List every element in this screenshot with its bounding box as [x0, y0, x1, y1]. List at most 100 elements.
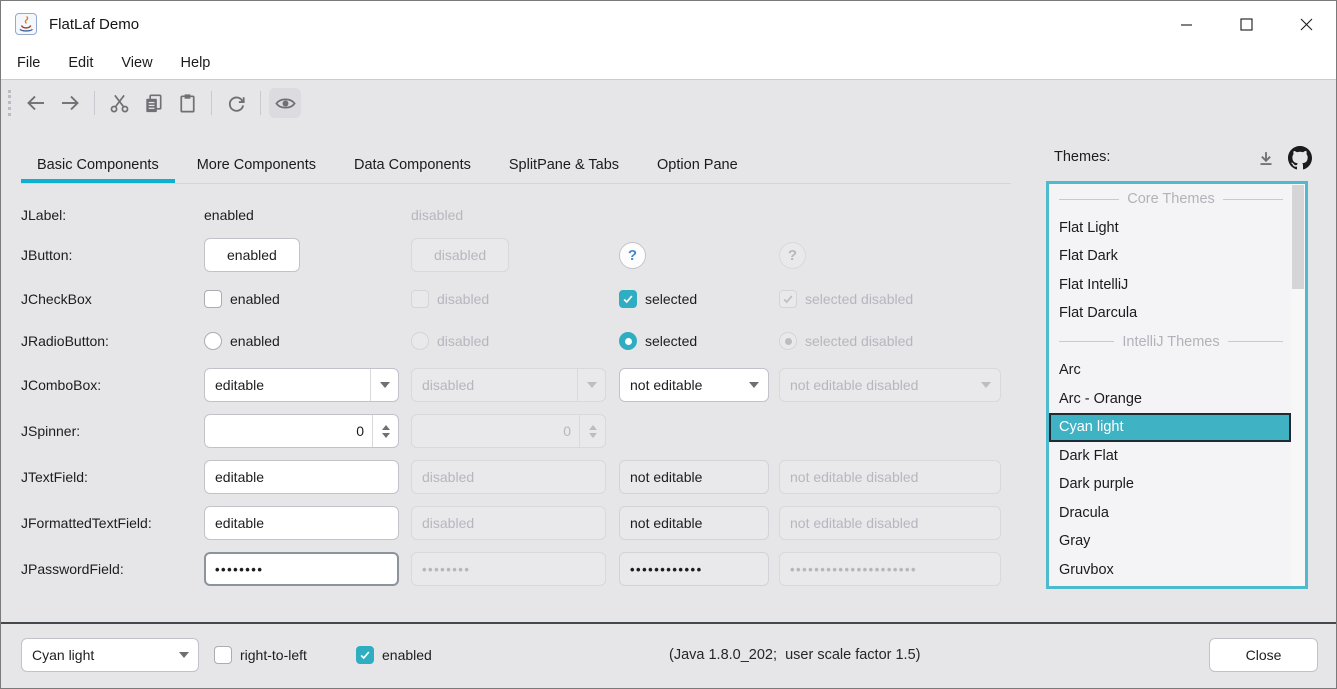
back-icon — [24, 91, 48, 115]
enabled-checkbox[interactable]: enabled — [356, 646, 432, 664]
close-icon — [1300, 18, 1313, 31]
textfield-not-editable-disabled: not editable disabled — [779, 460, 1001, 494]
jcheckbox-label: JCheckBox — [21, 291, 204, 307]
tab-option-pane[interactable]: Option Pane — [641, 147, 754, 183]
theme-item-flat-intellij[interactable]: Flat IntelliJ — [1049, 271, 1291, 300]
forward-button[interactable] — [54, 88, 86, 118]
checkbox-unchecked-icon — [204, 290, 222, 308]
theme-item-flat-light[interactable]: Flat Light — [1049, 214, 1291, 243]
chevron-down-icon — [981, 382, 991, 388]
textfield-editable[interactable]: editable — [204, 460, 399, 494]
eye-icon — [274, 92, 297, 115]
formattedtextfield-not-editable: not editable — [619, 506, 769, 540]
refresh-button[interactable] — [220, 88, 252, 118]
combobox-editable[interactable]: editable — [204, 368, 399, 402]
disabled-button: disabled — [411, 238, 509, 272]
menu-view[interactable]: View — [107, 47, 166, 79]
jcheckbox-row: JCheckBox enabled disabled selected sele… — [21, 282, 1001, 316]
combobox-disabled-value: disabled — [412, 377, 577, 393]
copy-button[interactable] — [137, 88, 169, 118]
maximize-icon — [1240, 18, 1253, 31]
theme-item-arc-orange[interactable]: Arc - Orange — [1049, 385, 1291, 414]
radio-checked-disabled-icon — [779, 332, 797, 350]
formattedtextfield-editable[interactable]: editable — [204, 506, 399, 540]
jradiobutton-row: JRadioButton: enabled disabled selected … — [21, 324, 1001, 358]
checkbox-enabled-label: enabled — [230, 291, 280, 307]
help-button[interactable]: ? — [619, 242, 646, 269]
checkbox-selected-label: selected — [645, 291, 697, 307]
radio-selected-disabled: selected disabled — [779, 332, 1001, 350]
passwordfield-disabled: •••••••• — [411, 552, 606, 586]
theme-item-dark-flat[interactable]: Dark Flat — [1049, 442, 1291, 471]
themes-scrollbar-thumb[interactable] — [1292, 185, 1304, 289]
close-button-container: Close — [1209, 638, 1318, 672]
tab-splitpane-tabs[interactable]: SplitPane & Tabs — [493, 147, 635, 183]
combobox-disabled: disabled — [411, 368, 606, 402]
spinner-value[interactable]: 0 — [205, 423, 372, 439]
tab-basic-components[interactable]: Basic Components — [21, 147, 175, 183]
chevron-down-icon — [589, 433, 597, 438]
maximize-button[interactable] — [1216, 1, 1276, 47]
textfield-not-editable: not editable — [619, 460, 769, 494]
chevron-down-icon — [380, 382, 390, 388]
checkbox-disabled: disabled — [411, 290, 606, 308]
checkbox-selected-disabled: selected disabled — [779, 290, 1001, 308]
theme-item-cyan-light[interactable]: Cyan light — [1049, 413, 1291, 442]
menu-edit[interactable]: Edit — [54, 47, 107, 79]
checkbox-checked-disabled-icon — [779, 290, 797, 308]
checkbox-unchecked-icon — [214, 646, 232, 664]
theme-combobox-arrow[interactable] — [170, 639, 198, 671]
enabled-button[interactable]: enabled — [204, 238, 300, 272]
combobox-not-editable-disabled: not editable disabled — [779, 368, 1001, 402]
tab-data-components[interactable]: Data Components — [338, 147, 487, 183]
combobox-arrow[interactable] — [740, 369, 768, 401]
right-to-left-checkbox[interactable]: right-to-left — [214, 646, 307, 664]
combobox-arrow[interactable] — [370, 369, 398, 401]
theme-item-gruvbox[interactable]: Gruvbox — [1049, 556, 1291, 585]
menu-file[interactable]: File — [3, 47, 54, 79]
jlabel-disabled: disabled — [411, 207, 463, 223]
theme-item-flat-darcula[interactable]: Flat Darcula — [1049, 299, 1291, 328]
theme-item-arc[interactable]: Arc — [1049, 356, 1291, 385]
cut-button[interactable] — [103, 88, 135, 118]
toolbar-grip[interactable] — [8, 90, 11, 116]
minimize-button[interactable] — [1156, 1, 1216, 47]
radio-enabled[interactable]: enabled — [204, 332, 399, 350]
combobox-not-editable[interactable]: not editable — [619, 368, 769, 402]
theme-combobox[interactable]: Cyan light — [21, 638, 199, 672]
forward-icon — [58, 91, 82, 115]
jtextfield-row: JTextField: editable disabled not editab… — [21, 460, 1001, 494]
menu-help[interactable]: Help — [167, 47, 225, 79]
tab-more-components[interactable]: More Components — [181, 147, 332, 183]
checkbox-disabled-label: disabled — [437, 291, 489, 307]
checkbox-enabled[interactable]: enabled — [204, 290, 399, 308]
chevron-down-icon — [179, 652, 189, 658]
theme-item-flat-dark[interactable]: Flat Dark — [1049, 242, 1291, 271]
checkbox-checked-icon — [356, 646, 374, 664]
spinner-arrows[interactable] — [372, 415, 398, 447]
theme-item-dracula[interactable]: Dracula — [1049, 499, 1291, 528]
radio-unchecked-icon — [204, 332, 222, 350]
status-text: (Java 1.8.0_202; user scale factor 1.5) — [669, 647, 920, 663]
theme-item-dark-purple[interactable]: Dark purple — [1049, 470, 1291, 499]
back-button[interactable] — [20, 88, 52, 118]
close-window-button[interactable] — [1276, 1, 1336, 47]
theme-item-gray[interactable]: Gray — [1049, 527, 1291, 556]
radio-selected[interactable]: selected — [619, 332, 769, 350]
github-link-button[interactable] — [1287, 145, 1313, 171]
spinner-enabled[interactable]: 0 — [204, 414, 399, 448]
themes-scrollbar[interactable] — [1291, 184, 1305, 586]
themes-list[interactable]: Core Themes Flat Light Flat Dark Flat In… — [1046, 181, 1308, 589]
paste-button[interactable] — [171, 88, 203, 118]
paste-icon — [176, 92, 199, 115]
radio-checked-icon — [619, 332, 637, 350]
jcombobox-row: JComboBox: editable disabled not editabl… — [21, 368, 1001, 402]
passwordfield-editable[interactable]: •••••••• — [204, 552, 399, 586]
show-hover-toggle-button[interactable] — [269, 88, 301, 118]
download-theme-button[interactable] — [1253, 147, 1279, 171]
combobox-editable-value[interactable]: editable — [205, 377, 370, 393]
checkbox-selected[interactable]: selected — [619, 290, 769, 308]
java-app-icon — [15, 13, 37, 35]
close-button[interactable]: Close — [1209, 638, 1318, 672]
themes-section-intellij: IntelliJ Themes — [1049, 328, 1291, 357]
